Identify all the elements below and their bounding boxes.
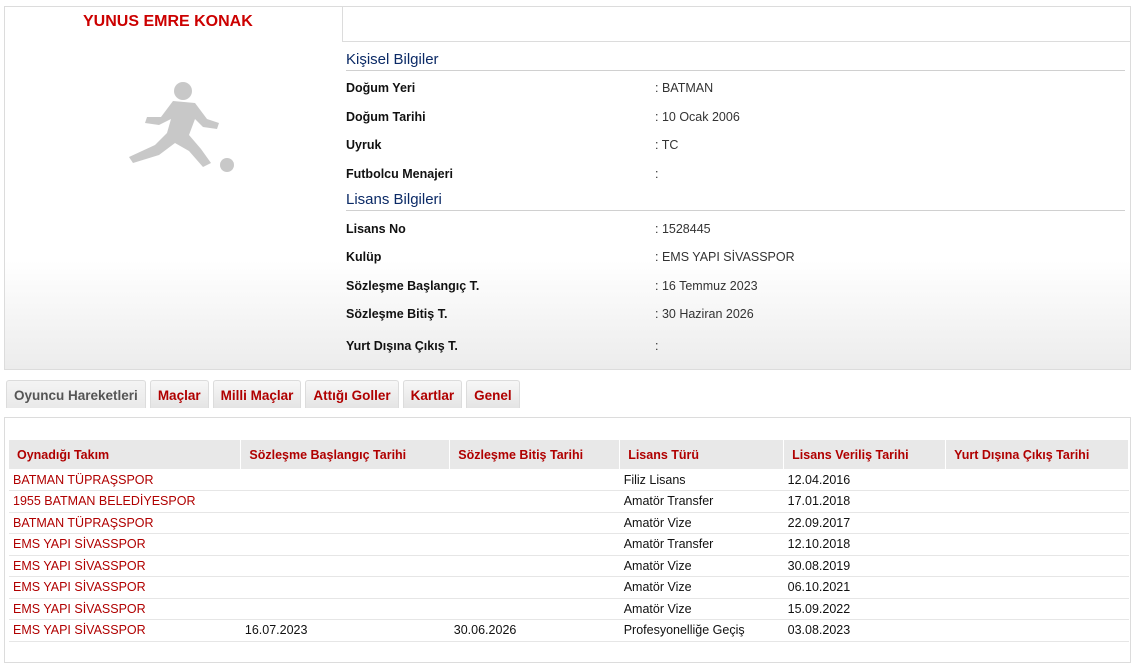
header-license-date: Lisans Veriliş Tarihi — [783, 440, 947, 469]
contract-end-cell — [449, 469, 620, 491]
contract-start-cell — [240, 469, 450, 491]
tab-general[interactable]: Genel — [466, 380, 520, 408]
player-name-tab: YUNUS EMRE KONAK — [5, 7, 342, 41]
table-row: EMS YAPI SİVASSPOR Amatör Vize 06.10.202… — [9, 576, 1129, 599]
contract-end-cell: 30.06.2026 — [449, 619, 620, 642]
contract-start-cell — [240, 576, 450, 599]
header-abroad-exit: Yurt Dışına Çıkış Tarihi — [945, 440, 1129, 469]
birthdate-value: : 10 Ocak 2006 — [655, 110, 740, 124]
header-team: Oynadığı Takım — [9, 440, 242, 469]
abroad-exit-cell — [945, 555, 1129, 577]
license-date-cell: 06.10.2021 — [783, 576, 946, 599]
contract-end-cell — [449, 555, 620, 577]
contract-start-label: Sözleşme Başlangıç T. — [346, 279, 480, 293]
agent-label: Futbolcu Menajeri — [346, 167, 453, 181]
club-value: : EMS YAPI SİVASSPOR — [655, 250, 795, 264]
contract-end-cell — [449, 512, 620, 534]
abroad-exit-cell — [945, 533, 1129, 556]
birthplace-label: Doğum Yeri — [346, 81, 416, 95]
contract-end-cell — [449, 598, 620, 620]
tab-national-matches[interactable]: Milli Maçlar — [212, 380, 302, 408]
abroad-exit-value: : — [655, 339, 659, 353]
license-date-cell: 12.10.2018 — [783, 533, 946, 556]
license-no-label: Lisans No — [346, 222, 406, 236]
team-link[interactable]: EMS YAPI SİVASSPOR — [9, 598, 241, 620]
player-name: YUNUS EMRE KONAK — [83, 13, 253, 30]
tab-goals[interactable]: Attığı Goller — [305, 380, 399, 408]
contract-end-label: Sözleşme Bitiş T. — [346, 307, 448, 321]
personal-info-title: Kişisel Bilgiler — [346, 51, 1125, 71]
abroad-exit-cell — [945, 619, 1129, 642]
team-link[interactable]: BATMAN TÜPRAŞSPOR — [9, 469, 241, 491]
team-link[interactable]: EMS YAPI SİVASSPOR — [9, 533, 241, 556]
nationality-value: : TC — [655, 138, 679, 152]
license-type-cell: Profesyonelliğe Geçiş — [619, 619, 784, 642]
team-link[interactable]: BATMAN TÜPRAŞSPOR — [9, 512, 241, 534]
tab-matches[interactable]: Maçlar — [149, 380, 209, 408]
abroad-exit-cell — [945, 576, 1129, 599]
license-info-title: Lisans Bilgileri — [346, 191, 1125, 211]
team-link[interactable]: EMS YAPI SİVASSPOR — [9, 619, 241, 642]
divider — [342, 41, 1130, 42]
license-date-cell: 17.01.2018 — [783, 490, 946, 513]
license-date-cell: 03.08.2023 — [783, 619, 946, 642]
contract-start-cell — [240, 512, 450, 534]
abroad-exit-cell — [945, 490, 1129, 513]
license-date-cell: 12.04.2016 — [783, 469, 946, 491]
table-row: BATMAN TÜPRAŞSPOR Filiz Lisans 12.04.201… — [9, 469, 1129, 491]
license-type-cell: Amatör Vize — [619, 555, 784, 577]
license-type-cell: Amatör Transfer — [619, 490, 784, 513]
player-movements-panel: Oynadığı Takım Sözleşme Başlangıç Tarihi… — [4, 417, 1131, 663]
birthdate-label: Doğum Tarihi — [346, 110, 426, 124]
abroad-exit-label: Yurt Dışına Çıkış T. — [346, 339, 458, 353]
table-row: EMS YAPI SİVASSPOR Amatör Vize 15.09.202… — [9, 598, 1129, 620]
contract-end-cell — [449, 490, 620, 513]
contract-end-value: : 30 Haziran 2026 — [655, 307, 754, 321]
nationality-label: Uyruk — [346, 138, 382, 152]
contract-start-cell: 16.07.2023 — [240, 619, 450, 642]
table-row: EMS YAPI SİVASSPOR 16.07.2023 30.06.2026… — [9, 619, 1129, 642]
contract-start-cell — [240, 490, 450, 513]
table-row: BATMAN TÜPRAŞSPOR Amatör Vize 22.09.2017 — [9, 512, 1129, 534]
abroad-exit-cell — [945, 469, 1129, 491]
player-movements-table: Oynadığı Takım Sözleşme Başlangıç Tarihi… — [9, 440, 1129, 642]
team-link[interactable]: 1955 BATMAN BELEDİYESPOR — [9, 490, 241, 513]
license-type-cell: Amatör Transfer — [619, 533, 784, 556]
abroad-exit-cell — [945, 598, 1129, 620]
player-tabs: Oyuncu Hareketleri Maçlar Milli Maçlar A… — [6, 380, 520, 408]
player-profile-card: YUNUS EMRE KONAK Kişisel Bilgiler Doğum … — [4, 6, 1131, 370]
license-date-cell: 15.09.2022 — [783, 598, 946, 620]
club-label: Kulüp — [346, 250, 382, 264]
contract-start-cell — [240, 555, 450, 577]
contract-start-value: : 16 Temmuz 2023 — [655, 279, 758, 293]
license-no-value: : 1528445 — [655, 222, 711, 236]
license-type-cell: Filiz Lisans — [619, 469, 784, 491]
license-date-cell: 30.08.2019 — [783, 555, 946, 577]
table-row: 1955 BATMAN BELEDİYESPOR Amatör Transfer… — [9, 490, 1129, 513]
header-contract-end: Sözleşme Bitiş Tarihi — [449, 440, 621, 469]
tab-player-movements[interactable]: Oyuncu Hareketleri — [6, 380, 146, 408]
birthplace-value: : BATMAN — [655, 81, 714, 95]
player-silhouette-icon — [129, 82, 234, 172]
contract-end-cell — [449, 576, 620, 599]
divider — [342, 7, 343, 41]
contract-start-cell — [240, 598, 450, 620]
header-license-type: Lisans Türü — [619, 440, 785, 469]
abroad-exit-cell — [945, 512, 1129, 534]
table-row: EMS YAPI SİVASSPOR Amatör Vize 30.08.201… — [9, 555, 1129, 577]
license-date-cell: 22.09.2017 — [783, 512, 946, 534]
license-type-cell: Amatör Vize — [619, 576, 784, 599]
contract-start-cell — [240, 533, 450, 556]
contract-end-cell — [449, 533, 620, 556]
team-link[interactable]: EMS YAPI SİVASSPOR — [9, 576, 241, 599]
tab-cards[interactable]: Kartlar — [402, 380, 463, 408]
header-contract-start: Sözleşme Başlangıç Tarihi — [240, 440, 451, 469]
table-row: EMS YAPI SİVASSPOR Amatör Transfer 12.10… — [9, 533, 1129, 556]
license-type-cell: Amatör Vize — [619, 512, 784, 534]
team-link[interactable]: EMS YAPI SİVASSPOR — [9, 555, 241, 577]
table-header-row: Oynadığı Takım Sözleşme Başlangıç Tarihi… — [9, 440, 1129, 469]
license-type-cell: Amatör Vize — [619, 598, 784, 620]
agent-value: : — [655, 167, 659, 181]
